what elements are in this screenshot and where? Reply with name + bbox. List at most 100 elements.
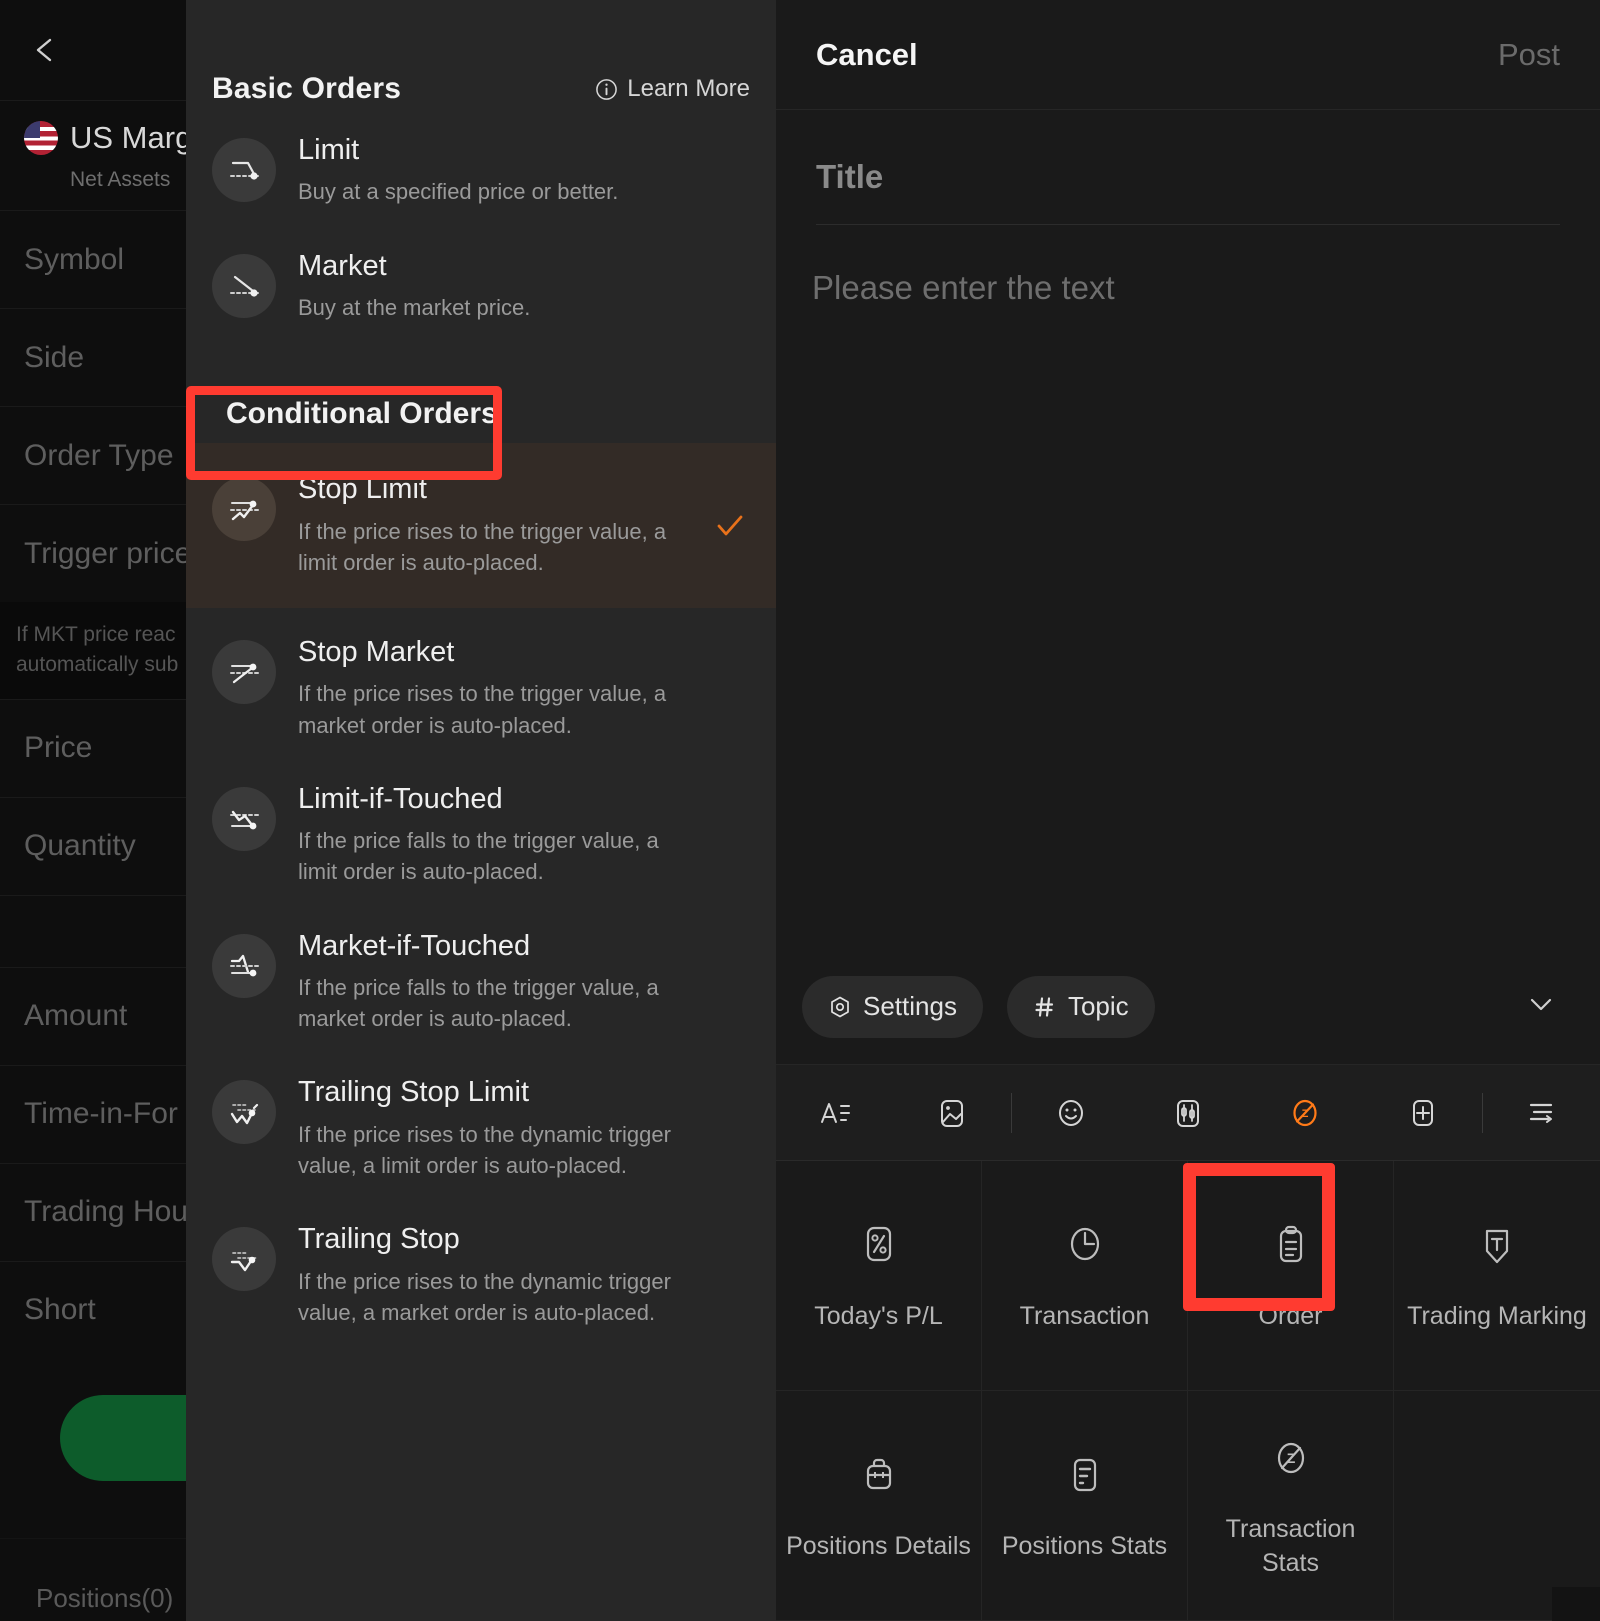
- candlestick-icon[interactable]: [1129, 1092, 1246, 1134]
- grid-item-label: Positions Details: [786, 1531, 971, 1560]
- grid-item-label: Positions Stats: [1001, 1531, 1168, 1560]
- form-row-price[interactable]: Price: [0, 698, 186, 797]
- form-label: Time-in-For: [24, 1097, 178, 1131]
- order-type-limit-if-touched[interactable]: Limit-if-Touched If the price falls to t…: [186, 755, 776, 902]
- composer-topbar: Cancel Post: [776, 0, 1600, 110]
- form-row-quantity[interactable]: Quantity: [0, 796, 186, 895]
- order-type-name: Stop Market: [298, 635, 455, 668]
- form-label: Side: [24, 340, 85, 374]
- emoji-icon[interactable]: [1012, 1092, 1129, 1134]
- grid-item-label: Transaction Stats: [1225, 1514, 1356, 1577]
- order-type-desc: Buy at a specified price or better.: [298, 179, 619, 205]
- back-chevron-icon[interactable]: [32, 37, 58, 63]
- submit-button-wrap: [0, 1359, 186, 1486]
- market-if-touched-icon: [212, 933, 276, 998]
- image-icon[interactable]: [893, 1092, 1010, 1134]
- learn-more-button[interactable]: Learn More: [595, 75, 750, 103]
- order-type-trailing-stop-limit[interactable]: Trailing Stop Limit If the price rises t…: [186, 1048, 776, 1195]
- us-flag-icon: [24, 120, 58, 155]
- order-type-desc: Buy at the market price.: [298, 294, 531, 320]
- grid-item-todays-pl[interactable]: Today's P/L: [776, 1161, 982, 1391]
- form-row-time-in-force[interactable]: Time-in-For: [0, 1064, 186, 1163]
- plus-box-icon[interactable]: [1364, 1092, 1481, 1134]
- title-input[interactable]: Title: [816, 110, 1560, 225]
- order-type-desc: If the price rises to the trigger value,…: [298, 518, 667, 575]
- order-type-desc: If the price falls to the trigger value,…: [298, 828, 659, 885]
- stop-limit-icon: [212, 477, 276, 542]
- order-type-stop-market[interactable]: Stop Market If the price rises to the tr…: [186, 608, 776, 755]
- grid-item-positions-details[interactable]: Positions Details: [776, 1391, 982, 1621]
- cancel-button[interactable]: Cancel: [816, 37, 918, 73]
- positions-tab[interactable]: Positions(0): [0, 1537, 186, 1621]
- grid-item-label: Trading Marking: [1407, 1301, 1587, 1330]
- list-align-icon[interactable]: [1483, 1092, 1600, 1134]
- topic-chip[interactable]: Topic: [1006, 975, 1155, 1038]
- grid-item-trading-marking[interactable]: Trading Marking: [1394, 1161, 1600, 1391]
- order-type-desc: If the price rises to the trigger value,…: [298, 681, 667, 738]
- order-type-name: Limit: [298, 134, 360, 166]
- submit-order-button[interactable]: [60, 1394, 186, 1481]
- form-spacer: [0, 894, 186, 967]
- trading-form-pane: US Marg Net Assets Symbol Side Order Typ…: [0, 0, 186, 1621]
- form-label: Price: [24, 731, 93, 765]
- svg-text:Z: Z: [1302, 1108, 1309, 1120]
- grid-item-order[interactable]: Order: [1188, 1161, 1394, 1391]
- order-type-name: Market-if-Touched: [298, 929, 531, 962]
- limit-order-icon: [212, 138, 276, 202]
- form-row-order-type[interactable]: Order Type: [0, 406, 186, 504]
- order-type-sheet: Basic Orders Learn More Limit Buy at a s…: [186, 0, 776, 1621]
- limit-if-touched-icon: [212, 786, 276, 851]
- trigger-price-note: If MKT price reac automatically sub: [0, 602, 186, 699]
- order-type-desc: If the price falls to the trigger value,…: [298, 974, 659, 1032]
- order-type-stop-limit[interactable]: Stop Limit If the price rises to the tri…: [186, 443, 776, 608]
- form-row-symbol[interactable]: Symbol: [0, 210, 186, 308]
- form-label: Trigger price: [24, 536, 186, 570]
- account-summary[interactable]: US Marg Net Assets: [0, 100, 186, 210]
- form-label: Short: [24, 1293, 96, 1327]
- positions-label: Positions(0): [36, 1582, 174, 1613]
- svg-text:Z: Z: [1286, 1450, 1295, 1466]
- bottom-strip: [1552, 1587, 1600, 1621]
- form-row-trigger-price[interactable]: Trigger price: [0, 504, 186, 602]
- basic-orders-header: Basic Orders Learn More: [186, 0, 776, 106]
- form-label: Trading Hou: [24, 1195, 186, 1229]
- order-type-market[interactable]: Market Buy at the market price.: [186, 222, 776, 338]
- form-row-trading-hours[interactable]: Trading Hou: [0, 1162, 186, 1261]
- form-row-amount[interactable]: Amount: [0, 966, 186, 1065]
- composer-toolbar: Z: [776, 1065, 1600, 1161]
- form-label: Order Type: [24, 438, 174, 472]
- grid-item-positions-stats[interactable]: Positions Stats: [982, 1391, 1188, 1621]
- order-type-trailing-stop[interactable]: Trailing Stop If the price rises to the …: [186, 1195, 776, 1342]
- document-stats-icon: [1057, 1448, 1113, 1504]
- order-type-name: Market: [298, 249, 387, 282]
- learn-more-label: Learn More: [627, 75, 750, 102]
- grid-item-transaction-stats[interactable]: Z Transaction Stats: [1188, 1391, 1394, 1621]
- grid-item-label: Order: [1258, 1301, 1323, 1330]
- insert-widget-grid: Today's P/L Transaction Order Trading Ma…: [776, 1161, 1600, 1621]
- body-textarea[interactable]: Please enter the text: [776, 225, 1600, 949]
- settings-chip[interactable]: Settings: [802, 975, 983, 1038]
- net-assets-label: Net Assets: [70, 167, 171, 191]
- form-label: Quantity: [24, 829, 136, 863]
- text-format-icon[interactable]: [776, 1092, 893, 1134]
- order-type-name: Trailing Stop Limit: [298, 1076, 530, 1109]
- grid-item-transaction[interactable]: Transaction: [982, 1161, 1188, 1391]
- grid-item-label: Transaction: [1019, 1301, 1150, 1330]
- grid-item-label: Today's P/L: [814, 1301, 943, 1330]
- form-row-side[interactable]: Side: [0, 308, 186, 406]
- percent-box-icon: [851, 1218, 907, 1274]
- order-type-name: Trailing Stop: [298, 1223, 460, 1256]
- stop-market-icon: [212, 639, 276, 704]
- chevron-down-icon[interactable]: [1522, 985, 1560, 1028]
- order-type-name: Stop Limit: [298, 473, 427, 506]
- account-name: US Marg: [70, 119, 186, 155]
- clipboard-icon: [1263, 1218, 1319, 1274]
- post-button[interactable]: Post: [1498, 37, 1560, 73]
- ticker-z-icon[interactable]: Z: [1247, 1092, 1364, 1134]
- order-type-desc: If the price rises to the dynamic trigge…: [298, 1268, 671, 1325]
- order-type-limit[interactable]: Limit Buy at a specified price or better…: [186, 106, 776, 222]
- topic-chip-label: Topic: [1067, 991, 1129, 1021]
- t-tag-icon: [1469, 1218, 1525, 1274]
- order-type-market-if-touched[interactable]: Market-if-Touched If the price falls to …: [186, 902, 776, 1049]
- form-row-short[interactable]: Short: [0, 1260, 186, 1359]
